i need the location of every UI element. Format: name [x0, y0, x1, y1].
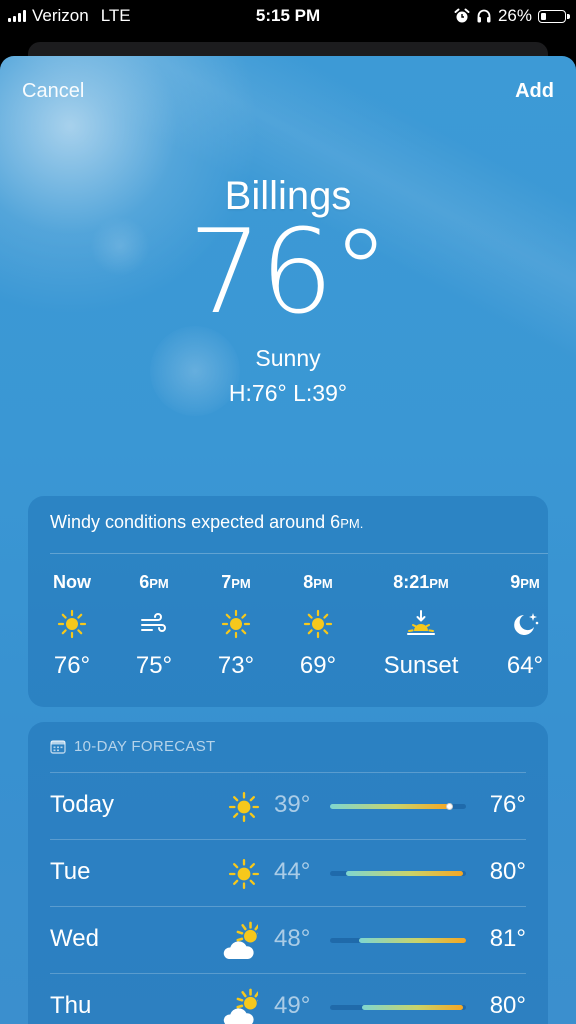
hour-temp: 64°	[506, 652, 544, 679]
condition-text: Sunny	[255, 345, 321, 371]
moon-stars-icon	[480, 604, 570, 644]
hour-time-value: 6	[139, 572, 150, 592]
hour-time: Now	[27, 572, 117, 594]
current-conditions: Billings 76° Sunny H:76° L:39°	[0, 174, 576, 407]
ten-day-forecast-card[interactable]: 10-DAY FORECAST Today 39° 76° Tue 44° 80° Wed …	[28, 722, 548, 1024]
hour-time-value: 8:21	[393, 572, 430, 592]
hour-time: 7PM	[191, 572, 281, 594]
hour-time-value: 8	[303, 572, 314, 592]
hour-temp: 75°	[135, 652, 173, 679]
temperature-range-track	[330, 803, 466, 810]
high-low-text: H:76° L:39°	[228, 380, 348, 406]
temperature-range-track	[330, 938, 466, 943]
temperature-range-bar	[330, 804, 450, 809]
weather-preview-sheet: Cancel Add Billings 76° Sunny H:76° L:39…	[0, 56, 576, 1024]
forecast-row[interactable]: Tue 44° 80°	[50, 839, 526, 906]
partly-cloudy-icon	[220, 988, 265, 1024]
sun-icon	[191, 604, 281, 644]
weather-alert-note: Windy conditions expected around 6PM.	[50, 512, 363, 533]
temperature-range-bar	[359, 938, 466, 943]
sunset-icon	[376, 604, 466, 644]
calendar-icon	[50, 740, 66, 754]
cancel-button[interactable]: Cancel	[22, 80, 84, 103]
hour-item: Now 76°	[27, 572, 117, 680]
hour-time-value: 9	[510, 572, 521, 592]
forecast-row[interactable]: Thu 49° 80°	[50, 973, 526, 1024]
status-bar: Verizon LTE 5:15 PM 26%	[0, 0, 576, 32]
current-temperature: 76°	[188, 205, 390, 340]
hour-time-suffix: PM	[313, 576, 333, 591]
current-temp-dot	[446, 803, 454, 810]
forecast-day: Today	[50, 791, 115, 818]
sun-icon	[228, 858, 268, 894]
forecast-row[interactable]: Wed 48° 81°	[50, 906, 526, 973]
hour-item: 9PM 64°	[480, 572, 570, 680]
forecast-high: 80°	[489, 992, 526, 1019]
note-prefix: Windy conditions expected around 6	[50, 512, 341, 532]
forecast-high: 80°	[489, 858, 526, 885]
hour-temp: 69°	[299, 652, 337, 679]
sun-icon	[27, 604, 117, 644]
forecast-day: Thu	[50, 992, 92, 1019]
status-right: 26%	[454, 6, 570, 26]
temperature-range-track	[330, 871, 466, 876]
temperature-range-track	[330, 1005, 466, 1010]
hour-time-suffix: PM	[149, 576, 169, 591]
hour-time: 9PM	[480, 572, 570, 594]
ten-day-title: 10-DAY FORECAST	[74, 738, 216, 755]
hour-time: 6PM	[109, 572, 199, 594]
battery-percent: 26%	[497, 6, 532, 25]
headphones-icon	[477, 9, 491, 23]
temperature-range-bar	[346, 871, 463, 876]
hour-time: 8:21PM	[376, 572, 466, 594]
hour-temp: 76°	[53, 652, 91, 679]
forecast-low: 44°	[274, 858, 311, 885]
forecast-low: 49°	[274, 992, 311, 1019]
forecast-day: Tue	[50, 858, 91, 885]
temperature-range-bar	[362, 1005, 463, 1010]
hour-time: 8PM	[273, 572, 363, 594]
note-suffix: PM.	[340, 516, 364, 531]
hour-item: 8:21PM Sunset	[376, 572, 466, 680]
forecast-day: Wed	[50, 925, 99, 952]
forecast-low: 48°	[274, 925, 311, 952]
hour-item: 6PM 75°	[109, 572, 199, 680]
wind-icon	[109, 604, 199, 644]
hour-item: 7PM 73°	[191, 572, 281, 680]
alarm-icon	[454, 8, 470, 23]
forecast-row[interactable]: Today 39° 76°	[50, 772, 526, 839]
ten-day-header: 10-DAY FORECAST	[50, 738, 215, 755]
hour-time-suffix: PM	[429, 576, 449, 591]
hour-time-suffix: PM	[231, 576, 251, 591]
sun-icon	[228, 791, 268, 827]
forecast-high: 76°	[489, 791, 526, 818]
forecast-low: 39°	[274, 791, 311, 818]
hour-time-suffix: PM	[520, 576, 540, 591]
sun-icon	[273, 604, 363, 644]
hourly-forecast-card[interactable]: Windy conditions expected around 6PM. No…	[28, 496, 548, 707]
hour-item: 8PM 69°	[273, 572, 363, 680]
battery-icon	[538, 9, 570, 23]
forecast-high: 81°	[489, 925, 526, 952]
partly-cloudy-icon	[220, 921, 265, 959]
hour-time-value: 7	[221, 572, 232, 592]
add-button[interactable]: Add	[515, 80, 554, 103]
hour-time-value: Now	[53, 572, 91, 592]
hour-temp: 73°	[217, 652, 255, 679]
divider	[50, 553, 548, 554]
hour-temp: Sunset	[383, 652, 459, 679]
